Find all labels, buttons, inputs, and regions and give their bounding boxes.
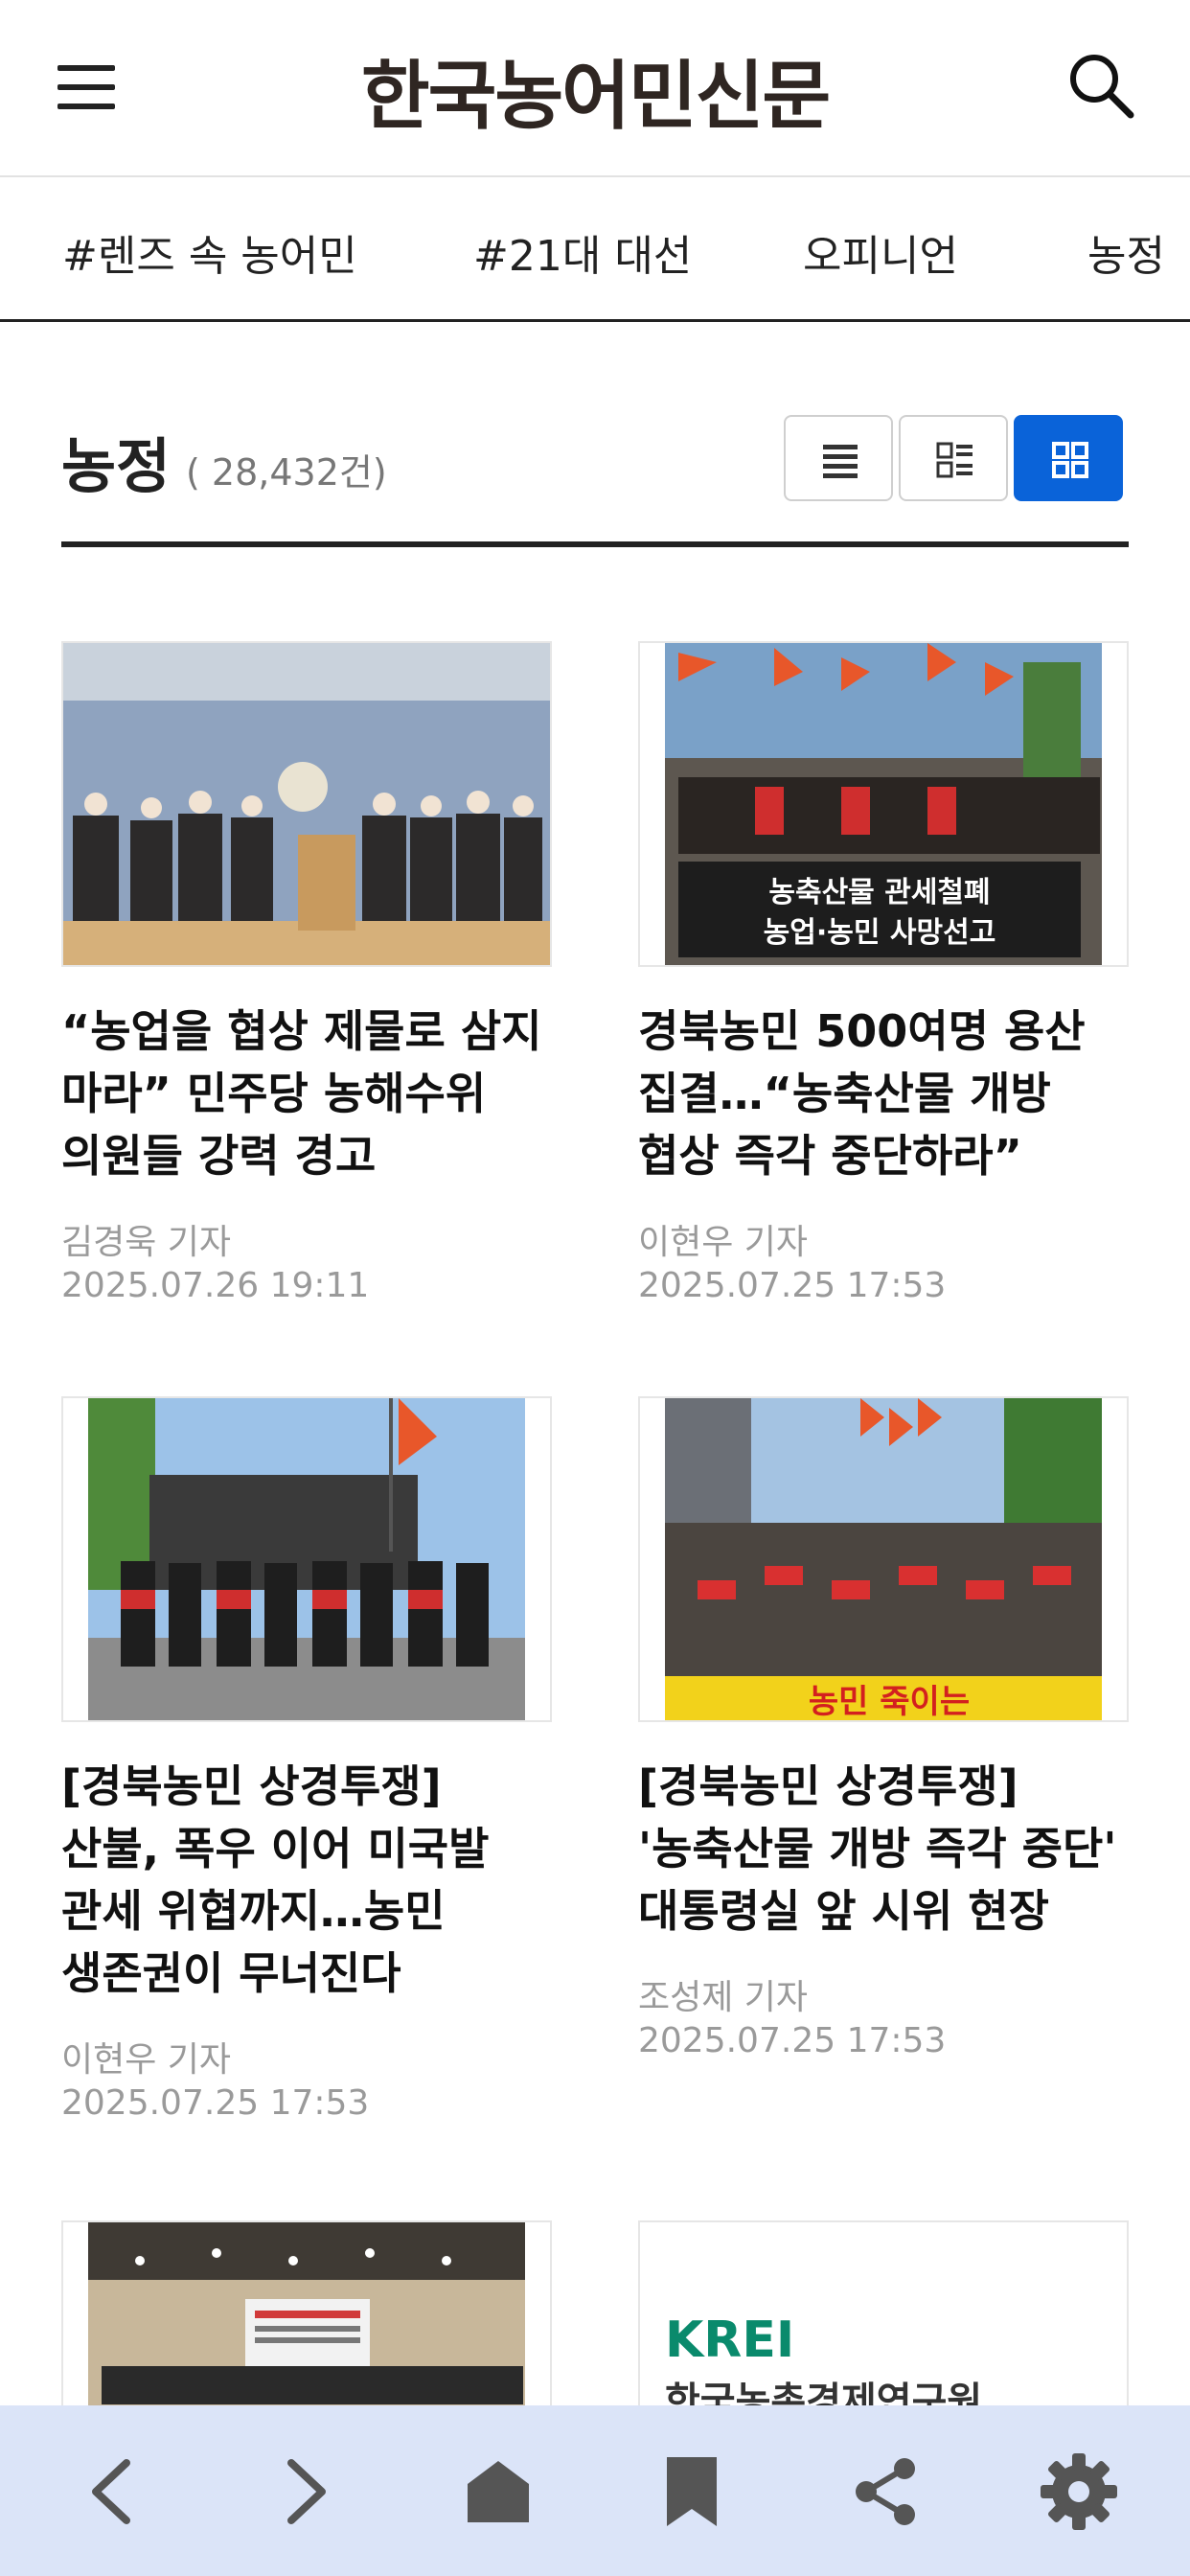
tab-opinion[interactable]: 오피니언 [803,221,958,283]
back-icon[interactable] [65,2444,161,2540]
thumbnail-list-view-button[interactable] [899,415,1008,501]
article-author: 조성제 기자 [638,1978,809,2017]
article-author: 이현우 기자 [638,1223,809,1262]
banner-text: 농민 죽이는 [809,1683,970,1720]
article-count: ( 28,432건) [186,451,387,494]
banner-text: 농축산물 관세철폐 [768,876,990,909]
krei-logo: KREI [665,2312,794,2369]
grid-view-icon [1052,442,1088,478]
article-author: 김경욱 기자 [61,1223,232,1262]
tab-agri-policy[interactable]: 농정 [1087,221,1165,283]
tab-election[interactable]: #21대 대선 [473,221,692,283]
tab-lens[interactable]: #렌즈 속 농어민 [62,221,357,283]
category-tabs: #렌즈 속 농어민 #21대 대선 오피니언 농정 [0,177,1190,322]
settings-icon[interactable] [1031,2444,1127,2540]
bottom-navigation-bar [0,2405,1190,2576]
article-title[interactable]: “농업을 협상 제물로 삼지 마라” 민주당 농해수위 의원들 강력 경고 [61,1000,552,1187]
section-title: 농정 [61,431,172,501]
article-title[interactable]: 경북농민 500여명 용산 집결…“농축산물 개방 협상 즉각 중단하라” [638,1000,1129,1187]
list-view-button[interactable] [784,415,893,501]
site-logo[interactable]: 한국농어민신문 [0,36,1190,144]
article-date: 2025.07.25 17:53 [638,2021,947,2060]
article-thumbnail[interactable] [61,1396,552,1722]
section-divider [61,541,1129,547]
article-author: 이현우 기자 [61,2040,232,2080]
article-date: 2025.07.25 17:53 [638,1266,947,1305]
article-date: 2025.07.25 17:53 [61,2083,370,2123]
share-icon[interactable] [837,2444,933,2540]
bookmark-icon[interactable] [644,2444,740,2540]
article-thumbnail[interactable] [61,641,552,967]
article-date: 2025.07.26 19:11 [61,1266,370,1305]
search-icon[interactable] [1065,50,1136,121]
grid-view-button[interactable] [1014,415,1123,501]
article-thumbnail[interactable]: 농민 죽이는 [638,1396,1129,1722]
home-icon[interactable] [450,2444,546,2540]
article-title[interactable]: [경북농민 상경투쟁] 산불, 폭우 이어 미국발 관세 위협까지…농민 생존권… [61,1756,552,2005]
article-title[interactable]: [경북농민 상경투쟁] '농축산물 개방 즉각 중단' 대통령실 앞 시위 현장 [638,1756,1129,1943]
app-header: 한국농어민신문 [0,0,1190,177]
article-thumbnail[interactable]: 농축산물 관세철폐 농업·농민 사망선고 [638,641,1129,967]
list-view-icon [823,445,858,478]
svg-text:농업·농민 사망선고: 농업·농민 사망선고 [764,916,996,950]
thumbnail-list-view-icon [936,442,973,478]
forward-icon[interactable] [257,2444,353,2540]
